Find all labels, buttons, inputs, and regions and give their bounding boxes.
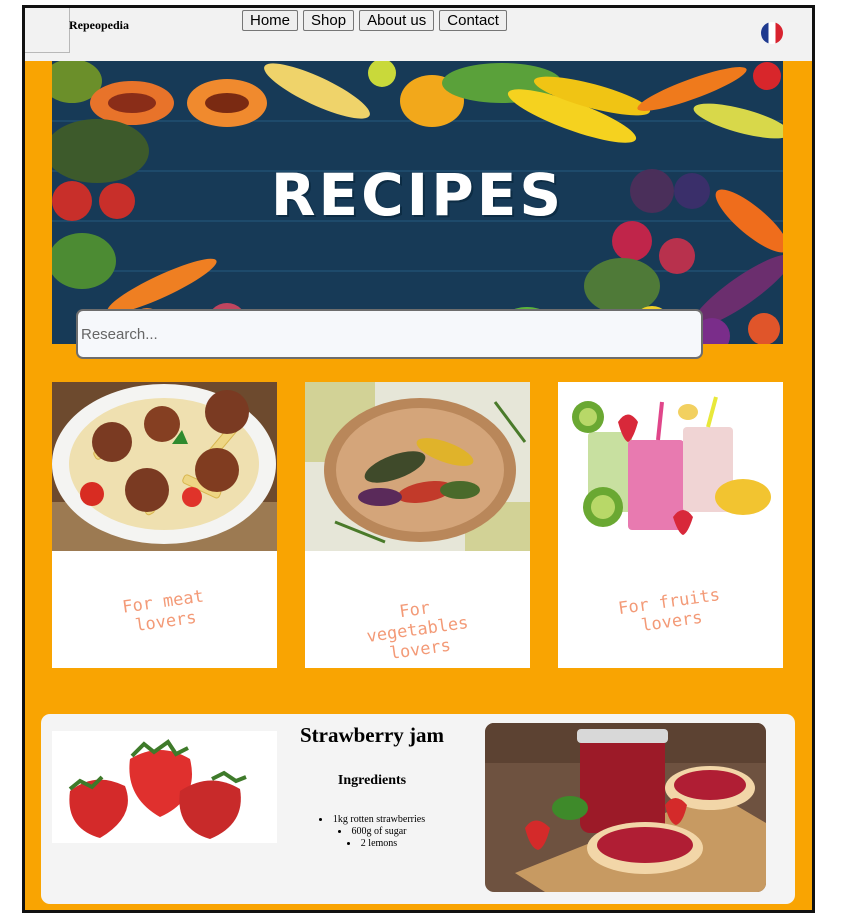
- header: Repeopedia Home Shop About us Contact: [25, 8, 812, 61]
- featured-recipe-panel: Strawberry jam Ingredients 1kg rotten st…: [41, 714, 795, 904]
- ingredient-item: 600g of sugar: [277, 826, 467, 838]
- category-card-vegetables[interactable]: For vegetables lovers: [305, 382, 530, 668]
- main-nav: Home Shop About us Contact: [242, 10, 507, 31]
- strawberries-image: [52, 731, 277, 843]
- ingredients-heading: Ingredients: [337, 773, 407, 788]
- nav-home-button[interactable]: Home: [242, 10, 299, 31]
- nav-about-button[interactable]: About us: [359, 10, 435, 31]
- category-label-vegetables: For vegetables lovers: [365, 598, 470, 664]
- french-flag-icon[interactable]: [761, 22, 783, 44]
- search-input[interactable]: [76, 309, 703, 359]
- hero-title: RECIPES: [270, 161, 565, 229]
- category-card-meat[interactable]: For meat lovers: [52, 382, 277, 668]
- category-label-meat: For meat lovers: [121, 586, 206, 637]
- strawberry-jam-image: [485, 723, 766, 892]
- nav-shop-button[interactable]: Shop: [303, 10, 355, 31]
- site-name: Repeopedia: [69, 18, 129, 32]
- category-card-fruits[interactable]: For fruits lovers: [558, 382, 783, 668]
- page-frame: Repeopedia Home Shop About us Contact RE…: [22, 5, 815, 913]
- fruit-smoothies-image: [558, 382, 783, 551]
- ingredient-item: 2 lemons: [277, 838, 467, 850]
- logo-placeholder[interactable]: [25, 8, 70, 53]
- nav-contact-button[interactable]: Contact: [439, 10, 507, 31]
- hero-banner: RECIPES: [52, 61, 783, 344]
- ingredients-list: 1kg rotten strawberries 600g of sugar 2 …: [277, 814, 467, 850]
- grilled-vegetables-image: [305, 382, 530, 551]
- pasta-meatballs-image: [52, 382, 277, 551]
- recipe-title: Strawberry jam: [299, 723, 445, 747]
- category-label-fruits: For fruits lovers: [617, 585, 722, 637]
- ingredient-item: 1kg rotten strawberries: [277, 814, 467, 826]
